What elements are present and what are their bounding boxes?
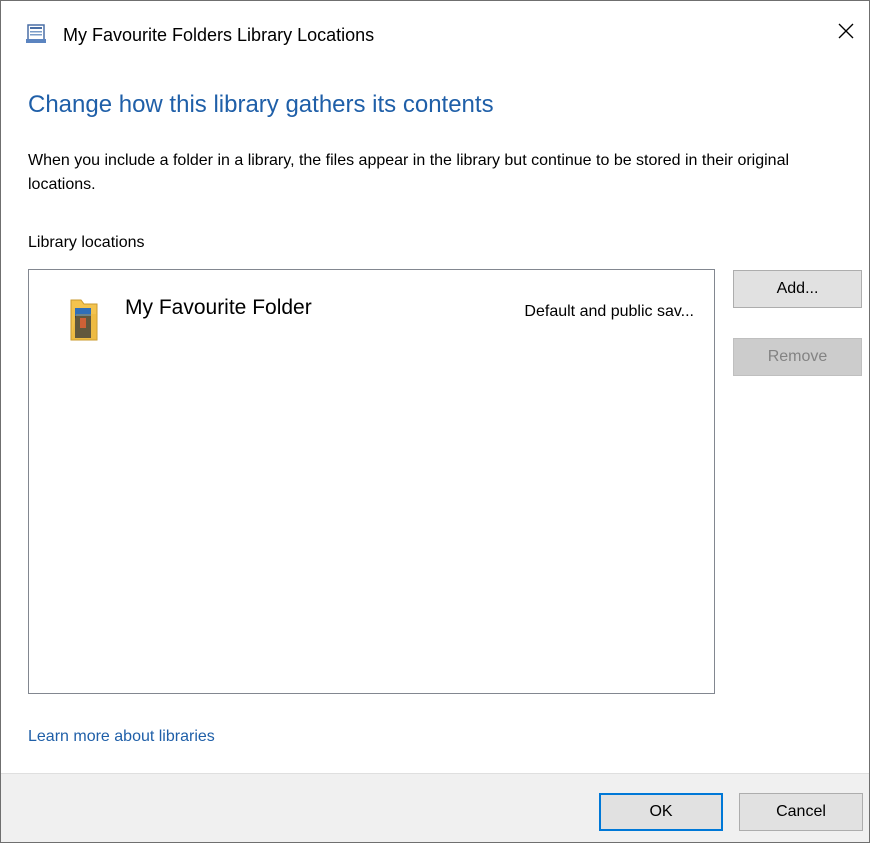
list-item[interactable]: My Favourite Folder Default and public s…: [29, 270, 714, 350]
title-bar[interactable]: My Favourite Folders Library Locations: [1, 1, 869, 65]
library-locations-label: Library locations: [28, 234, 145, 251]
remove-button[interactable]: Remove: [733, 338, 862, 376]
close-icon: [837, 22, 855, 45]
cancel-button[interactable]: Cancel: [739, 793, 863, 831]
description-text: When you include a folder in a library, …: [28, 152, 790, 193]
ok-button[interactable]: OK: [599, 793, 723, 831]
folder-icon: [67, 296, 101, 346]
add-button[interactable]: Add...: [733, 270, 862, 308]
location-status: Default and public sav...: [524, 303, 694, 320]
learn-more-link[interactable]: Learn more about libraries: [28, 726, 215, 748]
library-icon: [25, 23, 49, 45]
location-name: My Favourite Folder: [125, 296, 312, 319]
close-button[interactable]: [823, 1, 869, 65]
library-locations-dialog: My Favourite Folders Library Locations C…: [0, 0, 870, 843]
library-locations-list[interactable]: My Favourite Folder Default and public s…: [28, 269, 715, 694]
window-title: My Favourite Folders Library Locations: [63, 25, 375, 45]
page-heading: Change how this library gathers its cont…: [28, 91, 494, 118]
